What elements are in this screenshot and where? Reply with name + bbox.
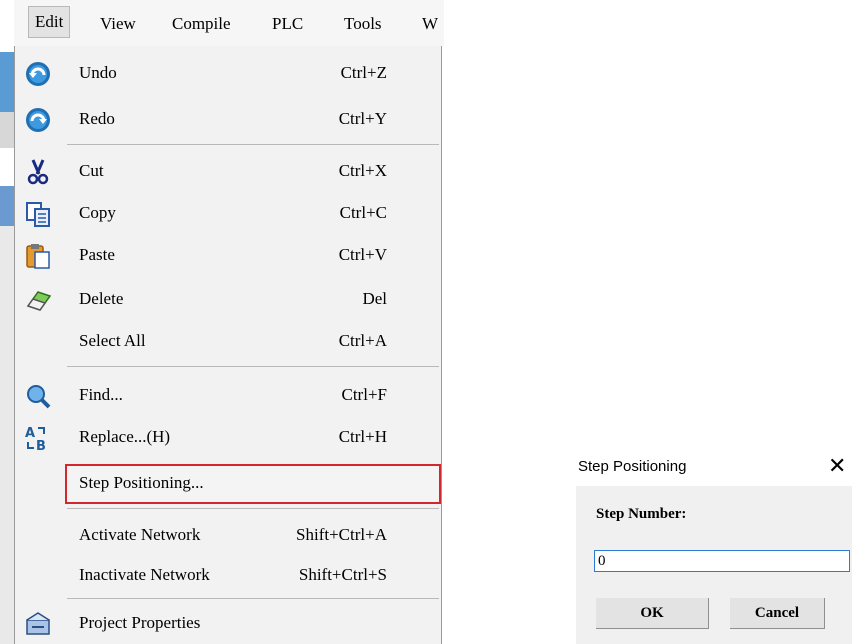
menu-item-shortcut: Shift+Ctrl+S	[298, 565, 387, 584]
menu-item-label: Step Positioning...	[79, 473, 204, 492]
menu-separator	[67, 508, 439, 509]
menu-item-label: Find...	[79, 385, 123, 404]
app-background-sliver	[0, 52, 14, 112]
menu-item-label: Redo	[79, 109, 115, 128]
menu-item-inactivate-network[interactable]: Inactivate Network Shift+Ctrl+S	[15, 556, 439, 596]
menu-item-activate-network[interactable]: Activate Network Shift+Ctrl+A	[15, 516, 439, 556]
edit-menu-dropdown: Undo Ctrl+Z Redo Ctrl+Y Cut Ctrl+X Copy …	[14, 46, 442, 644]
menu-edit[interactable]: Edit	[28, 6, 71, 38]
menu-item-step-positioning[interactable]: Step Positioning...	[65, 464, 441, 504]
menu-item-label: Select All	[79, 331, 146, 350]
menu-item-shortcut: Ctrl+C	[339, 203, 387, 222]
dialog-title-bar: Step Positioning ✕	[576, 446, 852, 486]
menu-item-cut[interactable]: Cut Ctrl+X	[15, 152, 439, 192]
menu-item-shortcut: Ctrl+X	[338, 161, 387, 180]
menu-item-label: Copy	[79, 203, 116, 222]
dialog-title: Step Positioning	[578, 458, 687, 475]
menu-item-label: Undo	[79, 63, 117, 82]
menu-view[interactable]: View	[100, 14, 136, 34]
menu-window[interactable]: W	[422, 14, 438, 34]
menu-item-shortcut: Ctrl+H	[338, 427, 387, 446]
menu-item-shortcut: Ctrl+Z	[340, 63, 387, 82]
menu-item-label: Paste	[79, 245, 115, 264]
menu-item-label: Replace...(H)	[79, 427, 171, 446]
app-background-sliver	[0, 226, 14, 644]
eraser-icon	[26, 291, 52, 311]
menu-compile[interactable]: Compile	[172, 14, 231, 34]
menu-item-project-properties[interactable]: Project Properties	[15, 604, 439, 644]
step-positioning-dialog: Step Positioning ✕ Step Number: OK Cance…	[576, 446, 852, 644]
menu-plc[interactable]: PLC	[272, 14, 303, 34]
menu-item-label: Activate Network	[79, 525, 201, 544]
menu-item-shortcut: Del	[362, 289, 387, 308]
menu-item-label: Delete	[79, 289, 124, 308]
menu-item-undo[interactable]: Undo Ctrl+Z	[15, 54, 439, 94]
menu-bar: Edit View Compile PLC Tools W	[14, 0, 444, 46]
step-number-label: Step Number:	[596, 506, 687, 522]
undo-icon	[26, 62, 50, 86]
step-number-input[interactable]	[594, 550, 850, 572]
menu-item-label: Project Properties	[79, 613, 201, 632]
menu-item-shortcut: Ctrl+Y	[338, 109, 387, 128]
properties-icon	[26, 612, 50, 635]
menu-separator	[67, 598, 439, 599]
app-background-sliver	[0, 112, 14, 148]
menu-item-shortcut: Ctrl+F	[341, 385, 388, 404]
copy-icon	[26, 202, 50, 227]
menu-item-shortcut: Shift+Ctrl+A	[296, 525, 387, 544]
redo-icon	[26, 108, 50, 132]
menu-item-shortcut: Ctrl+V	[338, 245, 387, 264]
svg-text:A: A	[25, 426, 35, 441]
menu-item-label: Cut	[79, 161, 104, 180]
replace-icon: A B	[25, 426, 46, 452]
menu-item-delete[interactable]: Delete Del	[15, 280, 439, 320]
menu-item-select-all[interactable]: Select All Ctrl+A	[15, 322, 439, 362]
menu-item-paste[interactable]: Paste Ctrl+V	[15, 236, 439, 276]
ok-button[interactable]: OK	[596, 598, 709, 629]
menu-item-label: Inactivate Network	[79, 565, 210, 584]
menu-separator	[67, 144, 439, 145]
app-background-sliver	[0, 186, 14, 226]
menu-separator	[67, 366, 439, 367]
menu-tools[interactable]: Tools	[344, 14, 382, 34]
menu-item-find[interactable]: Find... Ctrl+F	[15, 376, 439, 416]
scissors-icon	[27, 159, 49, 185]
menu-item-redo[interactable]: Redo Ctrl+Y	[15, 100, 439, 140]
close-icon[interactable]: ✕	[828, 453, 846, 479]
menu-item-replace[interactable]: A B Replace...(H) Ctrl+H	[15, 418, 439, 458]
menu-item-copy[interactable]: Copy Ctrl+C	[15, 194, 439, 234]
magnifier-icon	[27, 385, 51, 409]
svg-text:B: B	[36, 439, 46, 452]
cancel-button[interactable]: Cancel	[730, 598, 825, 629]
menu-item-shortcut: Ctrl+A	[338, 331, 387, 350]
paste-icon	[26, 244, 50, 269]
